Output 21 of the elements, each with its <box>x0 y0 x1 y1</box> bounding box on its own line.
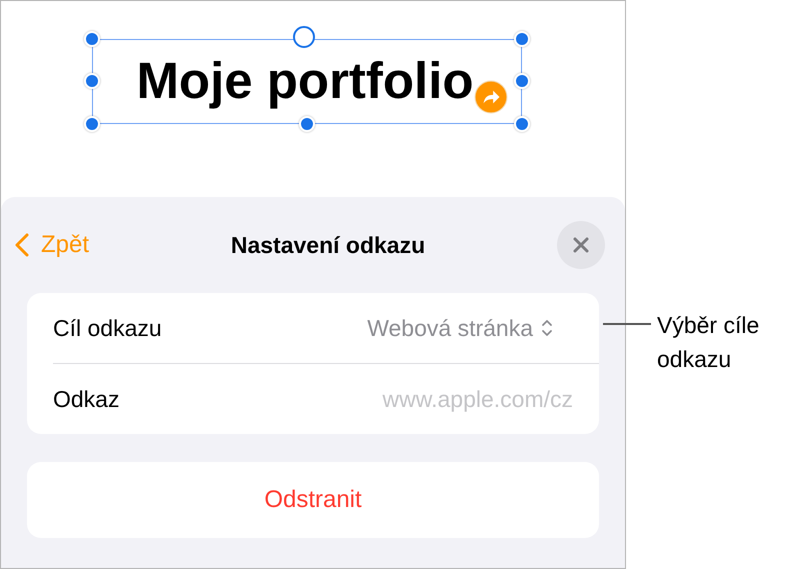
resize-handle[interactable] <box>514 116 530 132</box>
resize-handle[interactable] <box>514 31 530 47</box>
callout-label: Výběr cíle odkazu <box>657 311 760 374</box>
text-box-title: Moje portfolio <box>136 51 474 110</box>
resize-handle[interactable] <box>514 73 530 89</box>
link-input-field[interactable]: www.apple.com/cz <box>313 386 573 412</box>
sheet-title: Nastavení odkazu <box>230 232 426 258</box>
resize-handle[interactable] <box>84 73 100 89</box>
chevron-left-icon <box>15 233 29 257</box>
up-down-chevron-icon <box>541 318 553 338</box>
resize-handle[interactable] <box>84 31 100 47</box>
leader-line <box>603 323 651 325</box>
resize-handle[interactable] <box>84 116 100 132</box>
row-label: Odkaz <box>53 386 120 412</box>
rotate-handle[interactable] <box>293 26 315 48</box>
back-button[interactable]: Zpět <box>15 231 90 259</box>
resize-handle[interactable] <box>299 116 315 132</box>
link-target-picker[interactable]: Webová stránka <box>367 314 553 342</box>
remove-button[interactable]: Odstranit <box>27 462 599 538</box>
close-icon <box>570 235 591 255</box>
row-label: Cíl odkazu <box>53 314 162 342</box>
